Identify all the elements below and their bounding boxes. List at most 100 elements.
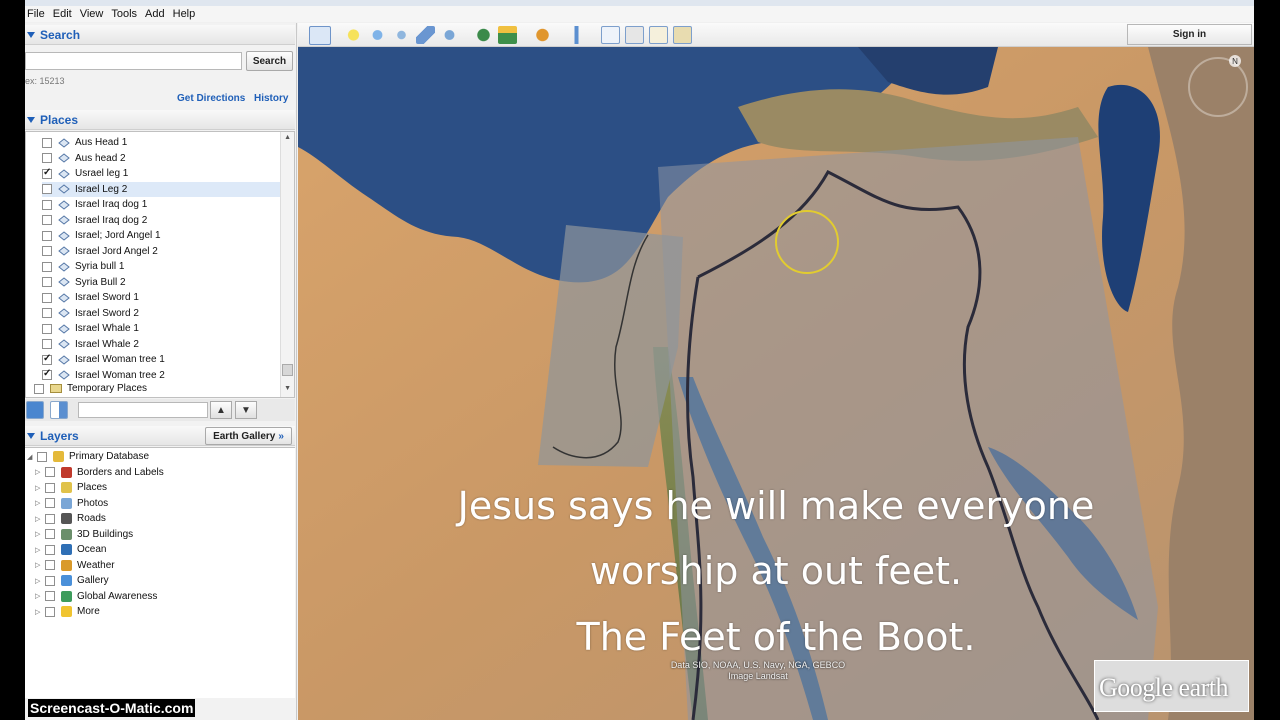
ruler-icon[interactable] (567, 26, 586, 44)
place-item[interactable]: Israel Whale 2 (42, 337, 294, 353)
layer-item[interactable]: ▷ Ocean (35, 542, 300, 558)
checkbox[interactable] (42, 184, 52, 195)
checkbox[interactable] (45, 544, 55, 555)
collapse-triangle-icon[interactable] (27, 116, 35, 123)
expand-triangle-icon[interactable]: ▷ (35, 515, 43, 523)
panel-toggle-icon[interactable] (50, 401, 68, 419)
checkbox[interactable] (34, 383, 44, 394)
history-link[interactable]: History (254, 93, 288, 104)
expand-triangle-icon[interactable]: ▷ (35, 577, 43, 585)
place-item[interactable]: Israel; Jord Angel 1 (42, 228, 294, 244)
place-item[interactable]: Israel Sword 2 (42, 306, 294, 322)
checkbox[interactable] (42, 230, 52, 241)
place-item[interactable]: Israel Iraq dog 2 (42, 213, 294, 229)
checkbox[interactable] (45, 591, 55, 602)
save-image-icon[interactable] (649, 26, 668, 44)
expand-triangle-icon[interactable]: ▷ (35, 592, 43, 600)
checkbox[interactable] (45, 467, 55, 478)
layer-item[interactable]: ▷ Roads (35, 511, 300, 527)
scroll-up-icon[interactable]: ▲ (284, 134, 291, 141)
move-down-button[interactable]: ▼ (235, 401, 257, 419)
earth-map-view[interactable]: N Jesus says he will make everyone worsh… (298, 47, 1254, 720)
print-icon[interactable] (625, 26, 644, 44)
checkbox[interactable] (45, 606, 55, 617)
place-item[interactable]: Usrael leg 1 (42, 166, 294, 182)
sunlight-icon[interactable] (498, 26, 517, 44)
polygon-icon[interactable] (368, 26, 387, 44)
collapse-triangle-icon[interactable] (27, 31, 35, 38)
expand-triangle-icon[interactable]: ▷ (35, 499, 43, 507)
checkbox[interactable] (45, 513, 55, 524)
places-panel-header[interactable]: Places (25, 110, 295, 130)
menu-help[interactable]: Help (173, 8, 196, 20)
search-places-icon[interactable] (26, 401, 44, 419)
place-item[interactable]: Aus Head 1 (42, 135, 294, 151)
checkbox[interactable] (42, 246, 52, 257)
menu-tools[interactable]: Tools (111, 8, 137, 20)
expand-triangle-icon[interactable]: ▷ (35, 484, 43, 492)
expand-triangle-icon[interactable]: ▷ (35, 468, 43, 476)
place-item[interactable]: Israel Sword 1 (42, 290, 294, 306)
checkbox[interactable] (42, 368, 52, 381)
menu-edit[interactable]: Edit (53, 8, 72, 20)
expand-triangle-icon[interactable]: ◢ (27, 453, 35, 461)
expand-triangle-icon[interactable]: ▷ (35, 546, 43, 554)
search-button[interactable]: Search (246, 51, 293, 71)
scroll-down-icon[interactable]: ▼ (284, 385, 291, 392)
historical-imagery-icon[interactable] (474, 26, 493, 44)
place-item[interactable]: Israel Leg 2 (42, 181, 294, 197)
places-scrollbar[interactable]: ▲ ▼ (280, 132, 294, 397)
checkbox[interactable] (42, 137, 52, 148)
sidebar-toggle-icon[interactable] (309, 26, 331, 45)
checkbox[interactable] (45, 498, 55, 509)
expand-triangle-icon[interactable]: ▷ (35, 530, 43, 538)
checkbox[interactable] (45, 482, 55, 493)
email-icon[interactable] (601, 26, 620, 44)
layer-item[interactable]: ▷ Weather (35, 558, 300, 574)
temporary-places-row[interactable]: Temporary Places (34, 381, 289, 397)
get-directions-link[interactable]: Get Directions (177, 93, 245, 104)
place-item[interactable]: Israel Woman tree 1 (42, 352, 294, 368)
place-item[interactable]: Israel Iraq dog 1 (42, 197, 294, 213)
expand-triangle-icon[interactable]: ▷ (35, 608, 43, 616)
checkbox[interactable] (42, 167, 52, 179)
layer-item[interactable]: ▷ Photos (35, 496, 300, 512)
checkbox[interactable] (45, 529, 55, 540)
move-up-button[interactable]: ▲ (210, 401, 232, 419)
checkbox[interactable] (45, 560, 55, 571)
layer-item[interactable]: ▷ Places (35, 480, 300, 496)
image-overlay-icon[interactable] (416, 26, 435, 44)
place-item[interactable]: Israel Whale 1 (42, 321, 294, 337)
placemark-icon[interactable] (344, 26, 363, 44)
view-in-maps-icon[interactable] (673, 26, 692, 44)
search-panel-header[interactable]: Search (25, 25, 295, 45)
place-item[interactable]: Israel Jord Angel 2 (42, 244, 294, 260)
collapse-triangle-icon[interactable] (27, 432, 35, 439)
layer-item[interactable]: ▷ 3D Buildings (35, 527, 300, 543)
layer-item[interactable]: ▷ More (35, 604, 300, 620)
layer-item[interactable]: ▷ Global Awareness (35, 589, 300, 605)
places-filter-input[interactable] (78, 402, 208, 418)
path-icon[interactable] (392, 26, 411, 44)
checkbox[interactable] (42, 323, 52, 334)
place-item[interactable]: Syria Bull 2 (42, 275, 294, 291)
checkbox[interactable] (42, 199, 52, 210)
checkbox[interactable] (42, 153, 52, 164)
checkbox[interactable] (42, 277, 52, 288)
planets-icon[interactable] (533, 26, 552, 44)
navigation-compass[interactable] (1188, 57, 1248, 117)
search-input[interactable] (25, 52, 242, 70)
checkbox[interactable] (45, 575, 55, 586)
scroll-thumb[interactable] (282, 364, 293, 376)
layer-primary-database[interactable]: ◢ Primary Database (27, 449, 292, 465)
earth-gallery-button[interactable]: Earth Gallery » (205, 427, 292, 445)
record-tour-icon[interactable] (440, 26, 459, 44)
checkbox[interactable] (42, 339, 52, 350)
checkbox[interactable] (42, 261, 52, 272)
place-item[interactable]: Aus head 2 (42, 151, 294, 167)
menu-add[interactable]: Add (145, 8, 165, 20)
checkbox[interactable] (37, 451, 47, 462)
menu-file[interactable]: File (27, 8, 45, 20)
place-item[interactable]: Syria bull 1 (42, 259, 294, 275)
menu-view[interactable]: View (80, 8, 104, 20)
